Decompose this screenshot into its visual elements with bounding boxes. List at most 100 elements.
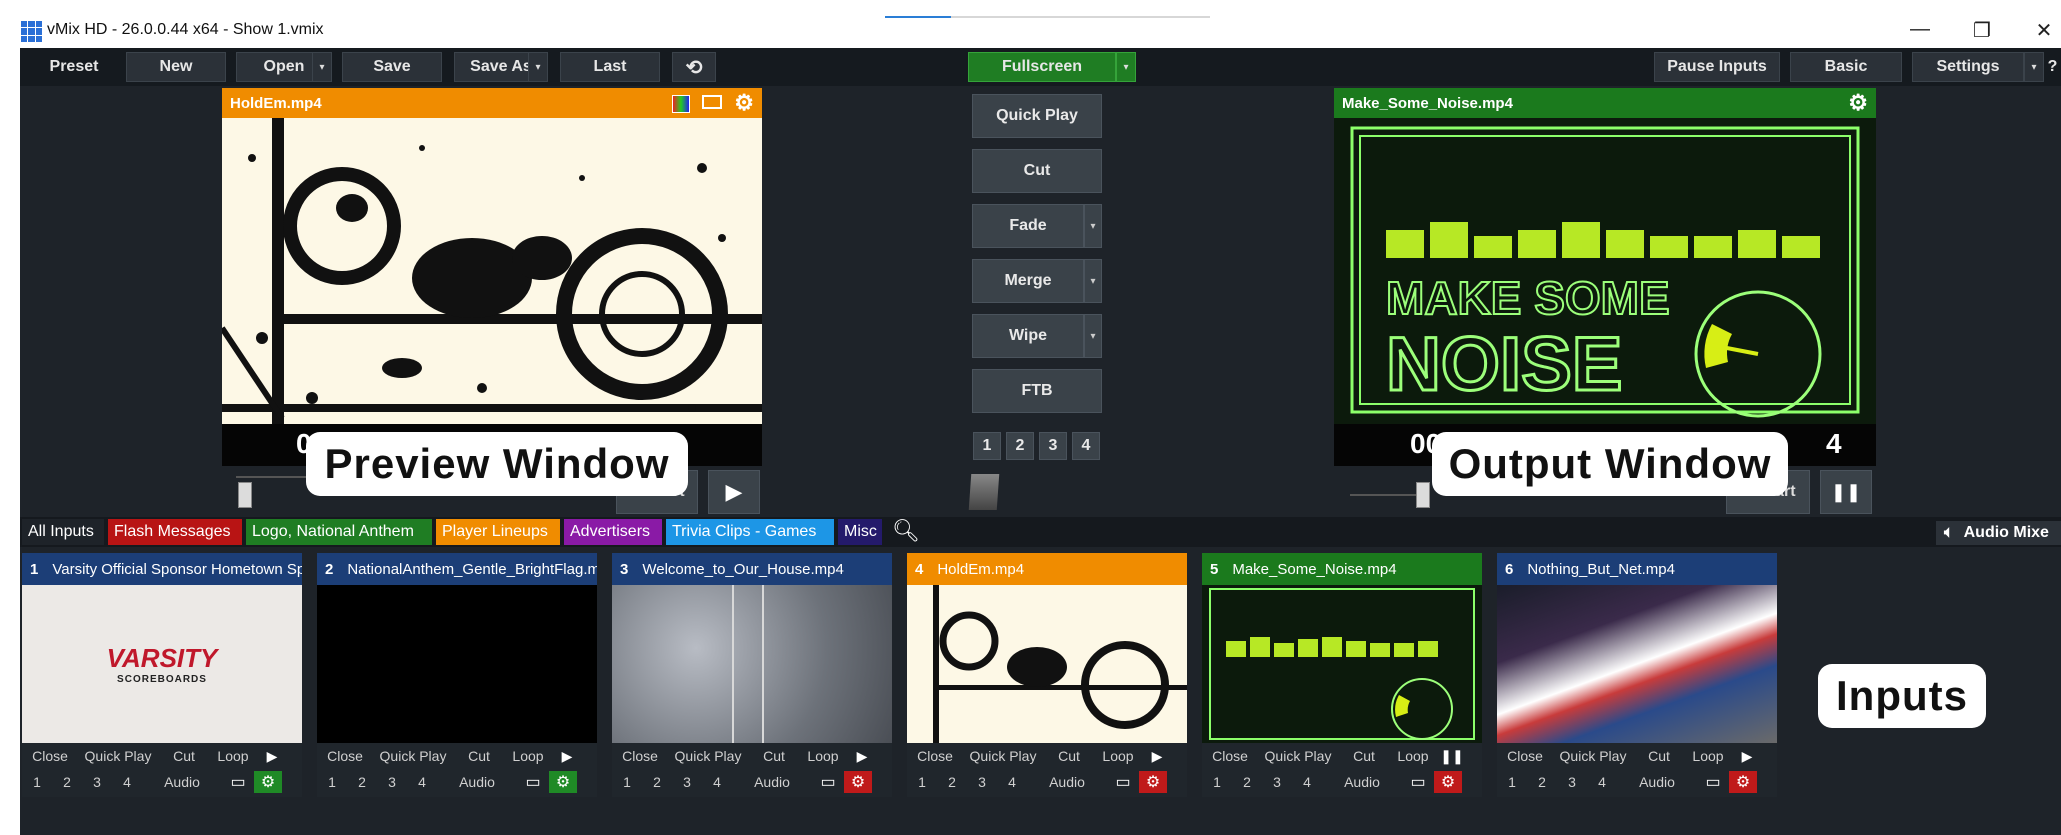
monitor-icon[interactable]: ▭ xyxy=(1402,771,1434,793)
quick-play-button[interactable]: Quick Play xyxy=(1258,745,1338,767)
overlay-4-button[interactable]: 4 xyxy=(1292,771,1322,793)
preset-button[interactable]: Preset xyxy=(24,52,124,82)
input-thumbnail[interactable] xyxy=(1497,585,1777,743)
overlay-3-button[interactable]: 3 xyxy=(967,771,997,793)
preview-scrub-handle[interactable] xyxy=(238,482,252,508)
close-button[interactable]: Close xyxy=(317,745,373,767)
input-tile-header[interactable]: 3 Welcome_to_Our_House.mp4 xyxy=(612,553,892,585)
overlay-1-button[interactable]: 1 xyxy=(1202,771,1232,793)
save-button[interactable]: Save xyxy=(342,52,442,82)
input-thumbnail[interactable] xyxy=(612,585,892,743)
pause-inputs-button[interactable]: Pause Inputs xyxy=(1654,52,1780,82)
quick-play-button[interactable]: Quick Play xyxy=(1553,745,1633,767)
monitor-icon[interactable]: ▭ xyxy=(812,771,844,793)
input-tile-2[interactable]: 2 NationalAnthem_Gentle_BrightFlag.mp Clos… xyxy=(317,553,597,797)
tab-misc[interactable]: Misc xyxy=(838,519,882,545)
t-bar-slider[interactable] xyxy=(968,474,1000,510)
monitor-icon[interactable]: ▭ xyxy=(1107,771,1139,793)
gear-icon[interactable]: ⚙ xyxy=(549,771,577,793)
overlay-4-button[interactable]: 4 xyxy=(702,771,732,793)
overlay-3-button[interactable]: 3 xyxy=(377,771,407,793)
loop-button[interactable]: Loop xyxy=(1390,745,1436,767)
tab-flash-messages[interactable]: Flash Messages xyxy=(108,519,242,545)
overlay-3-button[interactable]: 3 xyxy=(1262,771,1292,793)
loop-button[interactable]: Loop xyxy=(505,745,551,767)
overlay-2-button[interactable]: 2 xyxy=(642,771,672,793)
quick-play-button[interactable]: Quick Play xyxy=(668,745,748,767)
close-button[interactable]: Close xyxy=(1497,745,1553,767)
overlay-2-button[interactable]: 2 xyxy=(1527,771,1557,793)
transition-1-button[interactable]: 1 xyxy=(973,432,1001,460)
cut-button[interactable]: Cut xyxy=(1338,745,1390,767)
gear-icon[interactable]: ⚙ xyxy=(844,771,872,793)
audio-button[interactable]: Audio xyxy=(1617,771,1697,793)
audio-button[interactable]: Audio xyxy=(1027,771,1107,793)
overlay-4-button[interactable]: 4 xyxy=(407,771,437,793)
input-tile-header[interactable]: 6 Nothing_But_Net.mp4 xyxy=(1497,553,1777,585)
quick-play-button[interactable]: Quick Play xyxy=(963,745,1043,767)
new-button[interactable]: New xyxy=(126,52,226,82)
close-button[interactable]: Close xyxy=(907,745,963,767)
basic-button[interactable]: Basic xyxy=(1790,52,1902,82)
overlay-3-button[interactable]: 3 xyxy=(672,771,702,793)
play-pause-icon[interactable]: ▶ xyxy=(846,745,878,767)
input-thumbnail[interactable] xyxy=(1202,585,1482,743)
loop-button[interactable]: Loop xyxy=(800,745,846,767)
play-pause-icon[interactable]: ❚❚ xyxy=(1436,745,1468,767)
gear-icon[interactable]: ⚙ xyxy=(254,771,282,793)
tab-trivia-clips-games[interactable]: Trivia Clips - Games xyxy=(666,519,834,545)
tab-logo-national-anthem[interactable]: Logo, National Anthem xyxy=(246,519,432,545)
minimize-button[interactable]: — xyxy=(1905,18,1935,41)
overlay-4-button[interactable]: 4 xyxy=(1587,771,1617,793)
overlay-4-button[interactable]: 4 xyxy=(112,771,142,793)
reload-icon[interactable]: ⟲ xyxy=(672,52,716,82)
input-tile-header[interactable]: 2 NationalAnthem_Gentle_BrightFlag.mp xyxy=(317,553,597,585)
cut-button[interactable]: Cut xyxy=(972,149,1102,193)
transition-2-button[interactable]: 2 xyxy=(1006,432,1034,460)
input-tile-5[interactable]: 5 Make_Some_Noise.mp4 Close Quick Play Cut Lo… xyxy=(1202,553,1482,797)
open-dropdown-caret[interactable]: ▾ xyxy=(312,52,332,82)
overlay-3-button[interactable]: 3 xyxy=(82,771,112,793)
audio-mixer-button[interactable]: 🔈︎ Audio Mixe xyxy=(1936,521,2061,545)
cut-button[interactable]: Cut xyxy=(748,745,800,767)
audio-button[interactable]: Audio xyxy=(437,771,517,793)
monitor-icon[interactable]: ▭ xyxy=(517,771,549,793)
output-scrub-handle[interactable] xyxy=(1416,482,1430,508)
overlay-2-button[interactable]: 2 xyxy=(347,771,377,793)
overlay-1-button[interactable]: 1 xyxy=(317,771,347,793)
loop-button[interactable]: Loop xyxy=(1095,745,1141,767)
monitor-icon[interactable]: ▭ xyxy=(1697,771,1729,793)
restore-button[interactable]: ❐ xyxy=(1967,18,1997,43)
wipe-dropdown-caret[interactable]: ▾ xyxy=(1084,314,1102,358)
loop-button[interactable]: Loop xyxy=(1685,745,1731,767)
overlay-2-button[interactable]: 2 xyxy=(937,771,967,793)
last-button[interactable]: Last xyxy=(560,52,660,82)
audio-button[interactable]: Audio xyxy=(732,771,812,793)
tab-advertisers[interactable]: Advertisers xyxy=(564,519,662,545)
gear-icon[interactable]: ⚙ xyxy=(1139,771,1167,793)
screen-icon[interactable] xyxy=(702,95,722,109)
input-thumbnail[interactable] xyxy=(907,585,1187,743)
output-scrub-track[interactable] xyxy=(1350,494,1422,496)
output-pause-button[interactable]: ❚❚ xyxy=(1820,470,1872,514)
play-pause-icon[interactable]: ▶ xyxy=(551,745,583,767)
input-thumbnail[interactable] xyxy=(317,585,597,743)
fullscreen-button[interactable]: Fullscreen xyxy=(968,52,1116,82)
audio-button[interactable]: Audio xyxy=(1322,771,1402,793)
loop-button[interactable]: Loop xyxy=(210,745,256,767)
wipe-button[interactable]: Wipe xyxy=(972,314,1084,358)
input-tile-4[interactable]: 4 HoldEm.mp4 Close Quick Play Cut Loop ▶ 1 2 3 4 Au… xyxy=(907,553,1187,797)
fade-button[interactable]: Fade xyxy=(972,204,1084,248)
preview-play-button[interactable]: ▶ xyxy=(708,470,760,514)
merge-dropdown-caret[interactable]: ▾ xyxy=(1084,259,1102,303)
input-tile-header[interactable]: 5 Make_Some_Noise.mp4 xyxy=(1202,553,1482,585)
overlay-1-button[interactable]: 1 xyxy=(612,771,642,793)
color-bars-icon[interactable] xyxy=(672,95,690,113)
gear-icon[interactable]: ⚙ xyxy=(1729,771,1757,793)
tab-player-lineups[interactable]: Player Lineups xyxy=(436,519,560,545)
search-icon[interactable]: 🔍︎ xyxy=(892,518,920,544)
quick-play-button[interactable]: Quick Play xyxy=(972,94,1102,138)
overlay-2-button[interactable]: 2 xyxy=(1232,771,1262,793)
overlay-2-button[interactable]: 2 xyxy=(52,771,82,793)
gear-icon[interactable]: ⚙ xyxy=(734,90,754,116)
